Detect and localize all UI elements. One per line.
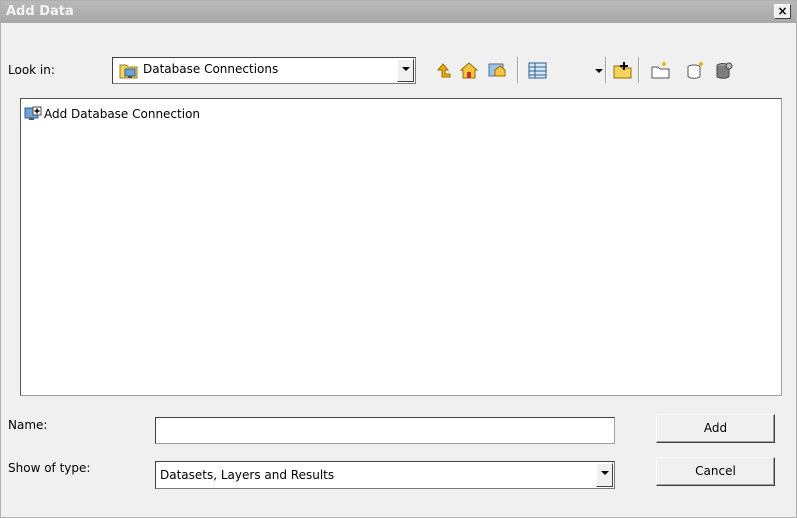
name-label: Name: <box>8 418 48 432</box>
list-item[interactable]: Add Database Connection <box>24 106 200 122</box>
toolbar-separator <box>605 57 607 83</box>
toolbar-separator <box>517 57 519 83</box>
view-menu-dropdown-icon[interactable] <box>594 60 604 80</box>
catalog-options-icon[interactable] <box>714 60 734 80</box>
name-input[interactable] <box>155 417 615 444</box>
show-of-type-dropdown-button[interactable] <box>596 463 613 487</box>
show-of-type-value: Datasets, Layers and Results <box>160 468 335 482</box>
toolbar-separator <box>638 57 640 83</box>
add-database-connection-icon <box>24 106 42 120</box>
list-item-label: Add Database Connection <box>44 107 201 121</box>
database-connections-icon <box>119 64 138 79</box>
home-icon[interactable] <box>459 60 479 80</box>
view-menu-icon[interactable] <box>527 60 549 80</box>
show-of-type-label: Show of type: <box>8 461 91 475</box>
look-in-dropdown-button[interactable] <box>397 59 414 82</box>
new-geodatabase-icon[interactable] <box>685 60 705 80</box>
folder-connection-icon[interactable] <box>487 60 507 80</box>
add-data-dialog: Add Data × Look in: Database Connections <box>0 0 797 518</box>
look-in-dropdown[interactable]: Database Connections <box>112 57 416 84</box>
close-button[interactable]: × <box>774 4 791 19</box>
dialog-title: Add Data <box>6 4 74 19</box>
cancel-button[interactable]: Cancel <box>656 457 775 486</box>
show-of-type-dropdown[interactable]: Datasets, Layers and Results <box>155 461 615 489</box>
up-one-level-icon[interactable] <box>433 60 453 80</box>
new-folder-icon[interactable] <box>651 60 671 80</box>
close-icon: × <box>777 4 788 18</box>
look-in-value: Database Connections <box>143 62 279 76</box>
connect-folder-icon[interactable] <box>613 60 633 80</box>
add-button[interactable]: Add <box>656 414 775 443</box>
title-bar: Add Data × <box>1 1 796 23</box>
look-in-label: Look in: <box>8 63 55 77</box>
file-list[interactable]: Add Database Connection <box>20 98 782 396</box>
